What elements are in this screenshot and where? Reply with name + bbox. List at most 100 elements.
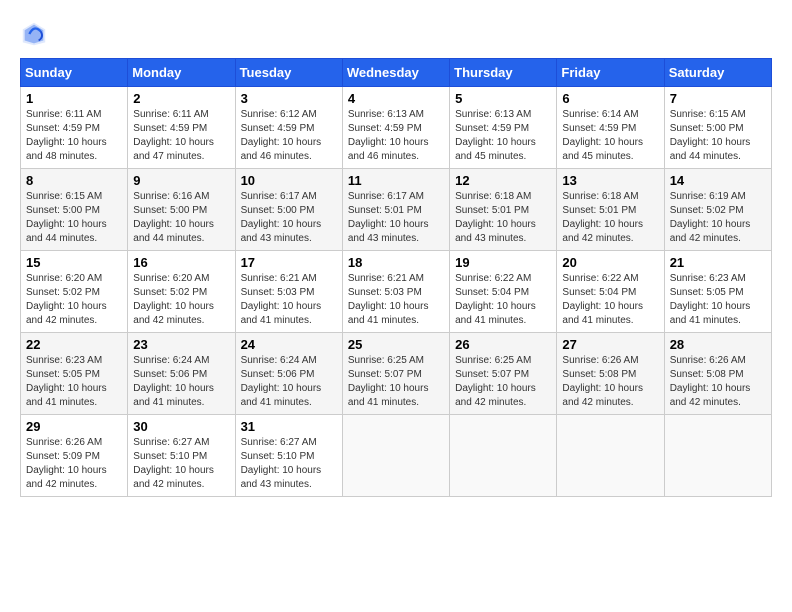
logo — [20, 20, 52, 48]
day-info: Sunrise: 6:15 AM Sunset: 5:00 PM Dayligh… — [26, 190, 122, 246]
day-info: Sunrise: 6:22 AM Sunset: 5:04 PM Dayligh… — [455, 272, 551, 328]
day-number: 13 — [562, 173, 658, 188]
calendar-header-monday: Monday — [128, 59, 235, 87]
day-number: 29 — [26, 419, 122, 434]
day-info: Sunrise: 6:12 AM Sunset: 4:59 PM Dayligh… — [241, 108, 337, 164]
calendar-cell: 5 Sunrise: 6:13 AM Sunset: 4:59 PM Daylig… — [450, 87, 557, 169]
day-info: Sunrise: 6:17 AM Sunset: 5:00 PM Dayligh… — [241, 190, 337, 246]
day-info: Sunrise: 6:14 AM Sunset: 4:59 PM Dayligh… — [562, 108, 658, 164]
page-header — [20, 20, 772, 48]
day-info: Sunrise: 6:23 AM Sunset: 5:05 PM Dayligh… — [670, 272, 766, 328]
day-info: Sunrise: 6:19 AM Sunset: 5:02 PM Dayligh… — [670, 190, 766, 246]
calendar-header-sunday: Sunday — [21, 59, 128, 87]
calendar-cell: 4 Sunrise: 6:13 AM Sunset: 4:59 PM Daylig… — [342, 87, 449, 169]
day-info: Sunrise: 6:17 AM Sunset: 5:01 PM Dayligh… — [348, 190, 444, 246]
day-number: 24 — [241, 337, 337, 352]
day-number: 2 — [133, 91, 229, 106]
calendar-cell: 29 Sunrise: 6:26 AM Sunset: 5:09 PM Dayli… — [21, 415, 128, 497]
calendar-cell: 10 Sunrise: 6:17 AM Sunset: 5:00 PM Dayli… — [235, 169, 342, 251]
day-number: 26 — [455, 337, 551, 352]
calendar-cell: 2 Sunrise: 6:11 AM Sunset: 4:59 PM Daylig… — [128, 87, 235, 169]
day-info: Sunrise: 6:26 AM Sunset: 5:08 PM Dayligh… — [562, 354, 658, 410]
calendar-week-5: 29 Sunrise: 6:26 AM Sunset: 5:09 PM Dayli… — [21, 415, 772, 497]
calendar-cell: 28Sunrise: 6:26 AM Sunset: 5:08 PM Dayli… — [664, 333, 771, 415]
day-number: 28 — [670, 337, 766, 352]
calendar-cell: 21 Sunrise: 6:23 AM Sunset: 5:05 PM Dayli… — [664, 251, 771, 333]
day-info: Sunrise: 6:20 AM Sunset: 5:02 PM Dayligh… — [26, 272, 122, 328]
day-info: Sunrise: 6:13 AM Sunset: 4:59 PM Dayligh… — [348, 108, 444, 164]
calendar-cell: 31 Sunrise: 6:27 AM Sunset: 5:10 PM Dayli… — [235, 415, 342, 497]
day-number: 19 — [455, 255, 551, 270]
calendar-week-3: 15 Sunrise: 6:20 AM Sunset: 5:02 PM Dayli… — [21, 251, 772, 333]
day-number: 10 — [241, 173, 337, 188]
day-number: 31 — [241, 419, 337, 434]
calendar-cell: 16 Sunrise: 6:20 AM Sunset: 5:02 PM Dayli… — [128, 251, 235, 333]
day-number: 25 — [348, 337, 444, 352]
calendar-week-1: 1 Sunrise: 6:11 AM Sunset: 4:59 PM Daylig… — [21, 87, 772, 169]
calendar-cell: 24 Sunrise: 6:24 AM Sunset: 5:06 PM Dayli… — [235, 333, 342, 415]
day-info: Sunrise: 6:24 AM Sunset: 5:06 PM Dayligh… — [241, 354, 337, 410]
day-info: Sunrise: 6:27 AM Sunset: 5:10 PM Dayligh… — [241, 436, 337, 492]
calendar-cell: 9Sunrise: 6:16 AM Sunset: 5:00 PM Daylig… — [128, 169, 235, 251]
day-number: 23 — [133, 337, 229, 352]
calendar-cell: 12Sunrise: 6:18 AM Sunset: 5:01 PM Dayli… — [450, 169, 557, 251]
calendar-week-4: 22 Sunrise: 6:23 AM Sunset: 5:05 PM Dayli… — [21, 333, 772, 415]
day-number: 21 — [670, 255, 766, 270]
day-number: 14 — [670, 173, 766, 188]
day-info: Sunrise: 6:16 AM Sunset: 5:00 PM Dayligh… — [133, 190, 229, 246]
calendar-cell: 25 Sunrise: 6:25 AM Sunset: 5:07 PM Dayli… — [342, 333, 449, 415]
day-number: 6 — [562, 91, 658, 106]
calendar-cell: 17 Sunrise: 6:21 AM Sunset: 5:03 PM Dayli… — [235, 251, 342, 333]
day-info: Sunrise: 6:25 AM Sunset: 5:07 PM Dayligh… — [455, 354, 551, 410]
day-info: Sunrise: 6:15 AM Sunset: 5:00 PM Dayligh… — [670, 108, 766, 164]
day-number: 3 — [241, 91, 337, 106]
day-number: 8 — [26, 173, 122, 188]
calendar-header-wednesday: Wednesday — [342, 59, 449, 87]
day-number: 15 — [26, 255, 122, 270]
calendar-cell: 27Sunrise: 6:26 AM Sunset: 5:08 PM Dayli… — [557, 333, 664, 415]
day-info: Sunrise: 6:26 AM Sunset: 5:09 PM Dayligh… — [26, 436, 122, 492]
day-info: Sunrise: 6:27 AM Sunset: 5:10 PM Dayligh… — [133, 436, 229, 492]
day-info: Sunrise: 6:25 AM Sunset: 5:07 PM Dayligh… — [348, 354, 444, 410]
calendar-cell — [664, 415, 771, 497]
calendar-cell: 3 Sunrise: 6:12 AM Sunset: 4:59 PM Daylig… — [235, 87, 342, 169]
day-info: Sunrise: 6:13 AM Sunset: 4:59 PM Dayligh… — [455, 108, 551, 164]
calendar-cell: 20Sunrise: 6:22 AM Sunset: 5:04 PM Dayli… — [557, 251, 664, 333]
calendar-header-saturday: Saturday — [664, 59, 771, 87]
day-number: 16 — [133, 255, 229, 270]
calendar-header-thursday: Thursday — [450, 59, 557, 87]
day-number: 22 — [26, 337, 122, 352]
calendar-cell — [450, 415, 557, 497]
calendar-cell: 18 Sunrise: 6:21 AM Sunset: 5:03 PM Dayli… — [342, 251, 449, 333]
calendar-cell: 26 Sunrise: 6:25 AM Sunset: 5:07 PM Dayli… — [450, 333, 557, 415]
day-number: 17 — [241, 255, 337, 270]
day-number: 18 — [348, 255, 444, 270]
day-number: 30 — [133, 419, 229, 434]
calendar-cell: 30 Sunrise: 6:27 AM Sunset: 5:10 PM Dayli… — [128, 415, 235, 497]
day-info: Sunrise: 6:21 AM Sunset: 5:03 PM Dayligh… — [241, 272, 337, 328]
calendar-cell: 23 Sunrise: 6:24 AM Sunset: 5:06 PM Dayli… — [128, 333, 235, 415]
day-info: Sunrise: 6:23 AM Sunset: 5:05 PM Dayligh… — [26, 354, 122, 410]
day-number: 1 — [26, 91, 122, 106]
calendar-cell: 14 Sunrise: 6:19 AM Sunset: 5:02 PM Dayli… — [664, 169, 771, 251]
calendar-cell: 13Sunrise: 6:18 AM Sunset: 5:01 PM Dayli… — [557, 169, 664, 251]
day-info: Sunrise: 6:21 AM Sunset: 5:03 PM Dayligh… — [348, 272, 444, 328]
day-number: 12 — [455, 173, 551, 188]
calendar-header-row: SundayMondayTuesdayWednesdayThursdayFrid… — [21, 59, 772, 87]
day-info: Sunrise: 6:11 AM Sunset: 4:59 PM Dayligh… — [133, 108, 229, 164]
calendar-cell — [557, 415, 664, 497]
day-info: Sunrise: 6:20 AM Sunset: 5:02 PM Dayligh… — [133, 272, 229, 328]
calendar-cell: 8 Sunrise: 6:15 AM Sunset: 5:00 PM Daylig… — [21, 169, 128, 251]
day-number: 20 — [562, 255, 658, 270]
day-number: 7 — [670, 91, 766, 106]
day-number: 5 — [455, 91, 551, 106]
calendar-header-tuesday: Tuesday — [235, 59, 342, 87]
day-number: 11 — [348, 173, 444, 188]
calendar-cell: 19 Sunrise: 6:22 AM Sunset: 5:04 PM Dayli… — [450, 251, 557, 333]
calendar-cell — [342, 415, 449, 497]
day-info: Sunrise: 6:24 AM Sunset: 5:06 PM Dayligh… — [133, 354, 229, 410]
calendar-cell: 1Sunrise: 6:11 AM Sunset: 4:59 PM Daylig… — [21, 87, 128, 169]
calendar-week-2: 8 Sunrise: 6:15 AM Sunset: 5:00 PM Daylig… — [21, 169, 772, 251]
calendar-header-friday: Friday — [557, 59, 664, 87]
day-number: 4 — [348, 91, 444, 106]
